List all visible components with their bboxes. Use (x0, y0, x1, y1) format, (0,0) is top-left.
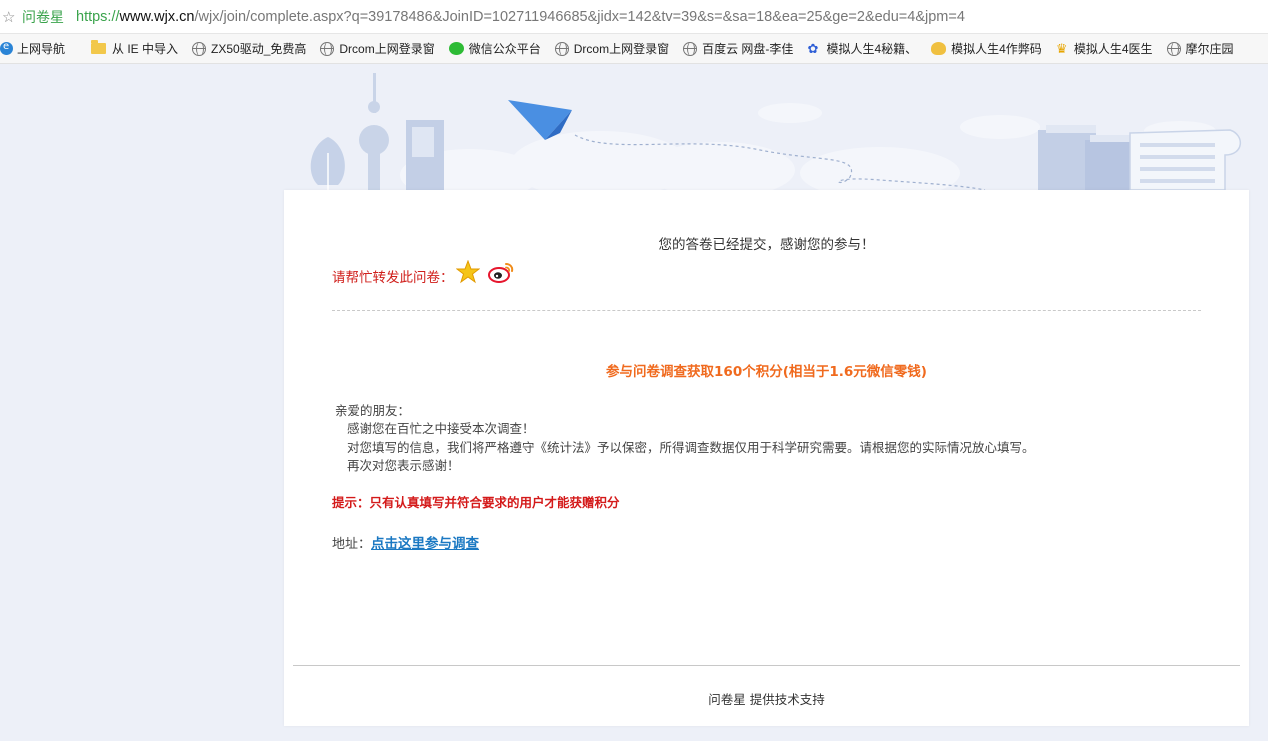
url-domain: www.wjx.cn (119, 8, 195, 25)
globe-icon (192, 41, 207, 56)
bookmark-label: Drcom上网登录窗 (573, 42, 670, 56)
address-label: 地址： (332, 537, 372, 552)
nav-icon (0, 41, 13, 55)
bookmark-label: 模拟人生4秘籍、 (826, 42, 918, 56)
bookmark-label: 模拟人生4医生 (1073, 42, 1153, 56)
survey-link[interactable]: 点击这里参与调查 (371, 532, 479, 552)
share-label: 请帮忙转发此问卷： (332, 270, 454, 286)
url-path: /wjx/join/complete.aspx?q=39178486&JoinI… (194, 8, 965, 25)
bookmark-star-icon[interactable]: ☆ (0, 8, 22, 26)
globe-icon (320, 41, 335, 56)
completion-card: 您的答卷已经提交，感谢您的参与！ 请帮忙转发此问卷： 参与问卷调查获取160个积… (284, 190, 1249, 726)
bookmark-label: ZX50驱动_免费高 (211, 42, 307, 56)
address-bar[interactable]: ☆ 问卷星 https://www.wjx.cn/wjx/join/comple… (0, 0, 1268, 34)
bookmark-item[interactable]: 上网导航 (0, 40, 65, 57)
bookmark-item[interactable]: ✿ 模拟人生4秘籍、 (807, 40, 917, 57)
bookmark-label: Drcom上网登录窗 (339, 42, 435, 56)
bookmark-item[interactable]: 微信公众平台 (448, 40, 541, 57)
document-icon (1129, 129, 1241, 191)
footer-divider (293, 665, 1240, 666)
letter-line: 对您填写的信息，我们将严格遵守《统计法》予以保密，所得调查数据仅用于科学研究需要… (347, 439, 1035, 455)
trophy-icon: ♛ (1055, 40, 1068, 56)
bookmark-item[interactable]: 模拟人生4作弊码 (931, 40, 1042, 57)
globe-icon (554, 41, 569, 56)
bookmark-label: 上网导航 (17, 42, 66, 56)
dashed-divider (332, 310, 1201, 311)
baidu-icon: ✿ (807, 40, 819, 56)
globe-icon (1166, 41, 1181, 56)
bookmark-item[interactable]: Drcom上网登录窗 (554, 40, 670, 57)
bookmark-item[interactable]: 摩尔庄园 (1166, 40, 1234, 57)
bookmark-item[interactable]: Drcom上网登录窗 (320, 40, 435, 57)
points-heading: 参与问卷调查获取160个积分(相当于1.6元微信零钱) (606, 364, 927, 380)
bookmark-item[interactable]: 从 IE 中导入 (79, 40, 178, 57)
bookmark-label: 从 IE 中导入 (112, 42, 179, 56)
qzone-star-icon[interactable] (455, 260, 480, 284)
wechat-icon (448, 42, 464, 55)
letter-line: 再次对您表示感谢！ (347, 457, 460, 473)
bookmark-item[interactable]: 百度云 网盘-李佳 (683, 40, 793, 57)
letter-greeting: 亲爱的朋友： (335, 403, 411, 418)
footer-text: 问卷星 提供技术支持 (708, 692, 825, 707)
tip-text: 提示：只有认真填写并符合要求的用户才能获赠积分 (332, 495, 620, 510)
tower-icon (359, 73, 389, 190)
url-scheme: https:// (76, 8, 120, 25)
books-icon (1038, 125, 1130, 190)
site-name: 问卷星 (22, 8, 64, 25)
building-icon (406, 120, 444, 190)
letter-body: 亲爱的朋友： 感谢您在百忙之中接受本次调查！ 对您填写的信息，我们将严格遵守《统… (332, 402, 1035, 475)
tree-icon (310, 137, 345, 190)
kid-icon (931, 42, 947, 55)
bookmarks-bar: 上网导航 从 IE 中导入 ZX50驱动_免费高 Drcom上网登录窗 微信公众… (0, 34, 1268, 64)
bookmark-label: 微信公众平台 (468, 42, 541, 56)
weibo-icon[interactable] (487, 261, 514, 283)
bookmark-item[interactable]: ZX50驱动_免费高 (192, 40, 306, 57)
address-row: 地址： 点击这里参与调查 (332, 532, 479, 552)
bookmark-item[interactable]: ♛ 模拟人生4医生 (1056, 40, 1153, 57)
share-row: 请帮忙转发此问卷： (332, 260, 514, 286)
header-illustration (310, 73, 1241, 195)
letter-line: 感谢您在百忙之中接受本次调查！ (347, 421, 535, 437)
folder-icon (91, 40, 107, 54)
bookmark-label: 百度云 网盘-李佳 (702, 42, 794, 56)
bookmark-label: 模拟人生4作弊码 (951, 42, 1042, 56)
url-text[interactable]: https://www.wjx.cn/wjx/join/complete.asp… (76, 9, 965, 25)
bookmark-label: 摩尔庄园 (1185, 42, 1234, 56)
thanks-message: 您的答卷已经提交，感谢您的参与！ (658, 237, 875, 253)
globe-icon (683, 41, 698, 56)
